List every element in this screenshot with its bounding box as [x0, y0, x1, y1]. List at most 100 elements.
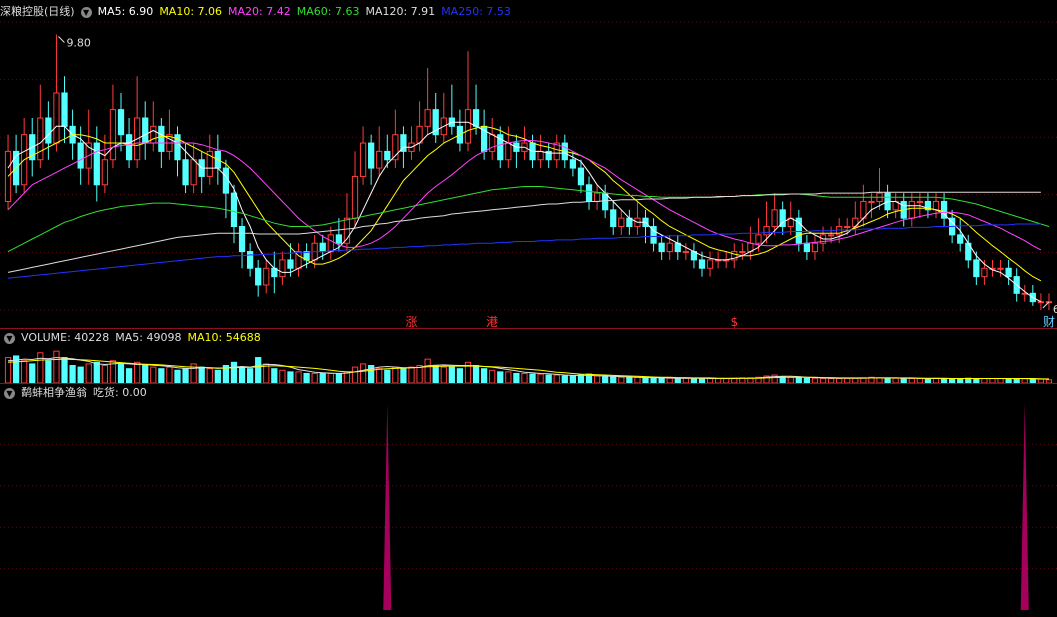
volume-legend: ▼ VOLUME: 40228 MA5: 49098 MA10: 54688 [0, 330, 273, 346]
volume-bar [101, 365, 108, 384]
volume-bar [69, 365, 76, 384]
candle-body [803, 242, 811, 253]
volume-bar [255, 357, 262, 384]
volume-bar [416, 365, 423, 384]
volume-bar [158, 368, 165, 384]
volume-bar [456, 368, 464, 384]
candle-body [263, 267, 270, 286]
candle-body [505, 142, 512, 161]
ma-line-ma250 [7, 223, 1041, 279]
event-marker: $ [730, 315, 738, 329]
candle-body [351, 175, 359, 219]
volume-bar [174, 369, 181, 384]
volume-bar [569, 375, 577, 384]
candle-body [666, 242, 673, 253]
volume-bar [384, 369, 391, 384]
volume-bar [45, 360, 52, 384]
volume-bar [424, 358, 431, 384]
candle-body [279, 259, 286, 278]
indicator-legend: ▼ 鹬蚌相争渔翁 吃货: 0.00 [0, 385, 159, 401]
volume-bar [577, 374, 585, 384]
volume-label-2: MA10: 54688 [187, 331, 261, 344]
price-volume-divider [0, 328, 1057, 329]
volume-bar [287, 371, 294, 384]
candle-body [844, 226, 851, 229]
volume-bar [206, 368, 213, 384]
indicator-spike [1020, 403, 1029, 610]
volume-bar [513, 372, 520, 384]
candle-body [706, 259, 714, 269]
volume-labels: VOLUME: 40228 MA5: 49098 MA10: 54688 [21, 331, 267, 344]
candle-body [93, 142, 100, 186]
candle-body [150, 125, 157, 144]
volume-bar [432, 365, 439, 384]
indicator-label-1: 吃货: 0.00 [93, 386, 147, 399]
candle-body [1005, 267, 1012, 278]
candle-body [246, 251, 254, 269]
candle-body [585, 184, 593, 202]
volume-bar [521, 372, 528, 384]
volume-bar [359, 363, 367, 384]
indicator-spike [383, 403, 392, 610]
high-price-label: 9.80 [66, 37, 91, 50]
volume-bar [408, 366, 415, 384]
candle-body [957, 234, 964, 244]
ma-label-3: MA60: 7.63 [296, 5, 360, 18]
candle-body [359, 142, 367, 177]
candle-body [109, 109, 117, 161]
volume-bar [134, 361, 141, 384]
volume-bar [311, 372, 318, 384]
indicator-labels: 鹬蚌相争渔翁 吃货: 0.00 [21, 386, 153, 399]
candle-body [230, 192, 238, 228]
collapse-indicator-icon[interactable]: ▼ [4, 387, 15, 399]
volume-bar [29, 363, 36, 384]
volume-bar [327, 372, 334, 384]
volume-bar [271, 368, 278, 384]
volume-bar [182, 368, 189, 384]
candle-body [335, 234, 342, 244]
volume-bar [198, 366, 205, 384]
candle-body [618, 217, 625, 228]
volume-bar [335, 372, 342, 384]
candle-body [77, 142, 84, 169]
candle-body [811, 242, 819, 253]
ma-legend: MA5: 6.90 MA10: 7.06 MA20: 7.42 MA60: 7.63 M… [98, 5, 517, 18]
candle-body [682, 251, 689, 254]
candle-body [1037, 301, 1045, 304]
candle-body [739, 251, 746, 254]
candle-body [981, 267, 988, 278]
volume-bar [117, 363, 125, 384]
volume-bar [489, 369, 496, 384]
volume-bar [392, 366, 399, 384]
volume-bar [529, 373, 536, 384]
candle-body [537, 150, 544, 161]
volume-bar [93, 361, 100, 384]
volume-bar [553, 374, 560, 384]
volume-bar [53, 350, 60, 384]
volume-bar [593, 375, 601, 384]
candle-body [771, 209, 778, 228]
volume-bar [505, 371, 512, 384]
event-marker: 财 [1043, 315, 1055, 329]
candle-body [610, 209, 617, 228]
collapse-price-icon[interactable]: ▼ [80, 6, 92, 18]
volume-label-0: VOLUME: 40228 [21, 331, 110, 344]
candle-body [37, 117, 44, 161]
candle-body [755, 234, 762, 244]
candle-body [101, 159, 108, 186]
candle-body [238, 226, 246, 253]
volume-bar [480, 368, 488, 384]
volume-bar [497, 371, 504, 384]
candle-body [287, 259, 294, 269]
volume-bar [61, 357, 68, 384]
volume-bar [142, 365, 149, 384]
candle-body [53, 92, 60, 144]
volume-bar [246, 368, 254, 384]
candle-body [4, 150, 12, 202]
volume-bar [351, 366, 359, 384]
volume-bar [472, 365, 480, 384]
candle-body [376, 150, 383, 169]
collapse-volume-icon[interactable]: ▼ [4, 332, 15, 344]
candle-body [908, 200, 915, 219]
candle-body [142, 117, 149, 144]
